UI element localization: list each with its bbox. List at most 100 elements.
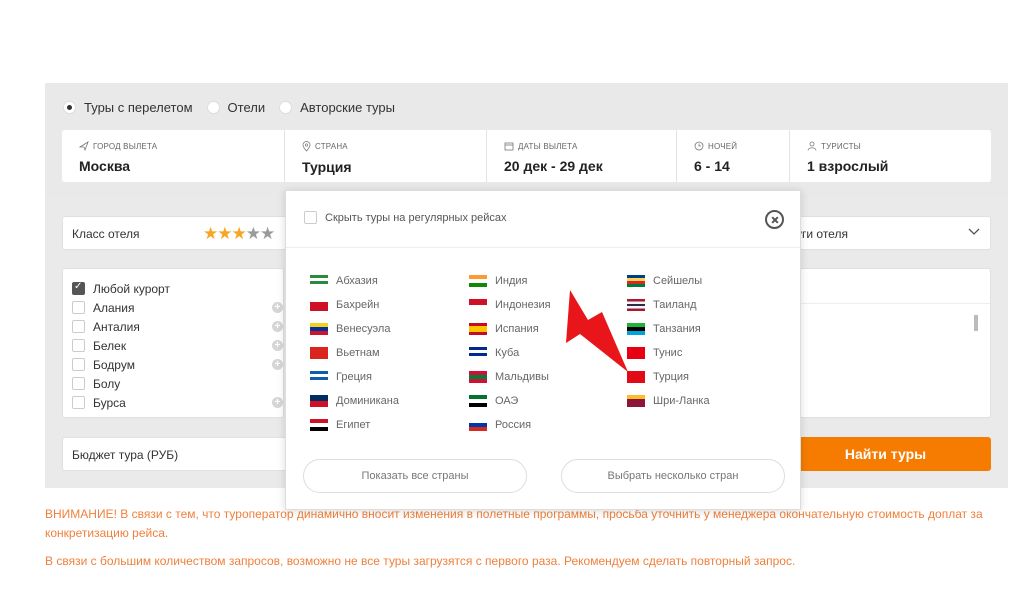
country-item[interactable]: Испания — [469, 317, 551, 341]
resort-label: Белек — [93, 338, 127, 353]
star-rating[interactable]: ★★★★★ — [203, 224, 275, 244]
expand-plus-icon[interactable]: + — [272, 397, 283, 408]
hotel-list — [780, 268, 991, 418]
star-icon[interactable]: ★ — [246, 224, 261, 243]
tab-hotels[interactable]: Отели — [206, 100, 266, 115]
resort-item[interactable]: Белек + — [72, 336, 283, 355]
expand-plus-icon[interactable]: + — [272, 340, 283, 351]
scrollbar[interactable] — [974, 315, 978, 331]
hotel-services-dropdown[interactable]: уги отеля — [780, 216, 991, 250]
tourists-field[interactable]: ТУРИСТЫ 1 взрослый — [790, 130, 991, 182]
resort-label: Анталия — [93, 319, 140, 334]
country-item[interactable]: ОАЭ — [469, 389, 551, 413]
flag-icon — [627, 275, 645, 287]
hide-regular-flights-option[interactable]: Скрыть туры на регулярных рейсах — [304, 211, 507, 224]
expand-plus-icon[interactable]: + — [272, 321, 283, 332]
star-icon[interactable]: ★ — [232, 224, 247, 243]
warning-notice: ВНИМАНИЕ! В связи с тем, что туроператор… — [45, 507, 983, 540]
clock-icon — [694, 141, 704, 151]
country-label: Сейшелы — [653, 275, 703, 287]
radio-icon[interactable] — [63, 101, 76, 114]
flag-icon — [310, 299, 328, 311]
field-value: 20 дек - 29 дек — [504, 158, 603, 174]
tab-tours-with-flight[interactable]: Туры с перелетом — [63, 100, 193, 115]
find-tours-button[interactable]: Найти туры — [780, 437, 991, 471]
country-column: Сейшелы Таиланд Танзания Тунис Турция Шри-Лан… — [627, 269, 710, 413]
star-icon[interactable]: ★ — [217, 224, 232, 243]
flag-icon — [469, 275, 487, 287]
country-label: Бахрейн — [336, 299, 380, 311]
tab-author-tours[interactable]: Авторские туры — [279, 100, 395, 115]
checkbox-icon[interactable] — [72, 358, 85, 371]
divider — [286, 247, 800, 248]
flag-icon — [310, 323, 328, 335]
country-item[interactable]: Бахрейн — [310, 293, 399, 317]
checkbox-icon[interactable] — [304, 211, 317, 224]
flag-icon — [469, 347, 487, 359]
nights-field[interactable]: НОЧЕЙ 6 - 14 — [677, 130, 790, 182]
resort-item[interactable]: Любой курорт — [72, 279, 283, 298]
hotel-class-filter[interactable]: Класс отеля ★★★★★ — [62, 216, 292, 250]
country-item[interactable]: Россия — [469, 413, 551, 437]
country-item[interactable]: Греция — [310, 365, 399, 389]
checkbox-icon[interactable] — [72, 396, 85, 409]
checkbox-icon[interactable] — [72, 301, 85, 314]
resort-list: Любой курорт Алания + Анталия + Белек + Бодрум +… — [62, 268, 284, 418]
resort-item[interactable]: Анталия + — [72, 317, 283, 336]
tab-label: Отели — [227, 100, 266, 115]
radio-icon[interactable] — [206, 101, 220, 114]
country-item[interactable]: Турция — [627, 365, 710, 389]
country-item[interactable]: Доминикана — [310, 389, 399, 413]
field-label: СТРАНА — [315, 142, 348, 151]
checkbox-icon[interactable] — [72, 377, 85, 390]
country-item[interactable]: Венесуэла — [310, 317, 399, 341]
country-label: Россия — [495, 419, 532, 431]
country-item[interactable]: Тунис — [627, 341, 710, 365]
select-multiple-countries-button[interactable]: Выбрать несколько стран — [561, 459, 785, 493]
hide-regular-flights-label: Скрыть туры на регулярных рейсах — [325, 211, 507, 224]
tab-label: Авторские туры — [300, 100, 395, 115]
radio-icon[interactable] — [279, 101, 293, 114]
close-icon[interactable] — [765, 210, 784, 229]
departure-city-field[interactable]: ГОРОД ВЫЛЕТА Москва — [62, 130, 285, 182]
expand-plus-icon[interactable]: + — [272, 359, 283, 370]
country-item[interactable]: Шри-Ланка — [627, 389, 710, 413]
country-item[interactable]: Танзания — [627, 317, 710, 341]
country-item[interactable]: Мальдивы — [469, 365, 551, 389]
field-value: Москва — [79, 158, 131, 174]
dates-field[interactable]: ДАТЫ ВЫЛЕТА 20 дек - 29 дек — [487, 130, 677, 182]
star-icon[interactable]: ★ — [203, 224, 218, 243]
person-icon — [807, 141, 817, 151]
tab-label: Туры с перелетом — [84, 100, 193, 115]
red-arrow-annotation — [566, 290, 628, 372]
field-label: ТУРИСТЫ — [821, 141, 861, 151]
checkbox-icon[interactable] — [72, 339, 85, 352]
flag-icon — [469, 419, 487, 431]
country-item[interactable]: Индонезия — [469, 293, 551, 317]
resort-item[interactable]: Бодрум + — [72, 355, 283, 374]
star-icon[interactable]: ★ — [260, 224, 275, 243]
resort-item[interactable]: Бурса + — [72, 393, 283, 412]
resort-item[interactable]: Алания + — [72, 298, 283, 317]
expand-plus-icon[interactable]: + — [272, 302, 283, 313]
country-label: Тунис — [653, 347, 683, 359]
budget-label: Бюджет тура (РУБ) — [72, 448, 179, 462]
country-item[interactable]: Абхазия — [310, 269, 399, 293]
checkbox-icon[interactable] — [72, 320, 85, 333]
resort-label: Болу — [93, 376, 121, 391]
country-field[interactable]: СТРАНА Турция — [285, 130, 487, 182]
country-label: Греция — [336, 371, 372, 383]
checkbox-icon[interactable] — [72, 281, 85, 295]
country-item[interactable]: Таиланд — [627, 293, 710, 317]
country-item[interactable]: Сейшелы — [627, 269, 710, 293]
country-item[interactable]: Куба — [469, 341, 551, 365]
country-item[interactable]: Вьетнам — [310, 341, 399, 365]
show-all-countries-button[interactable]: Показать все страны — [303, 459, 527, 493]
flag-icon — [469, 371, 487, 383]
resort-item[interactable]: Болу — [72, 374, 283, 393]
field-value: 6 - 14 — [694, 158, 730, 174]
budget-dropdown[interactable]: Бюджет тура (РУБ) — [62, 437, 292, 471]
country-item[interactable]: Индия — [469, 269, 551, 293]
country-label: Абхазия — [336, 275, 378, 287]
country-item[interactable]: Египет — [310, 413, 399, 437]
